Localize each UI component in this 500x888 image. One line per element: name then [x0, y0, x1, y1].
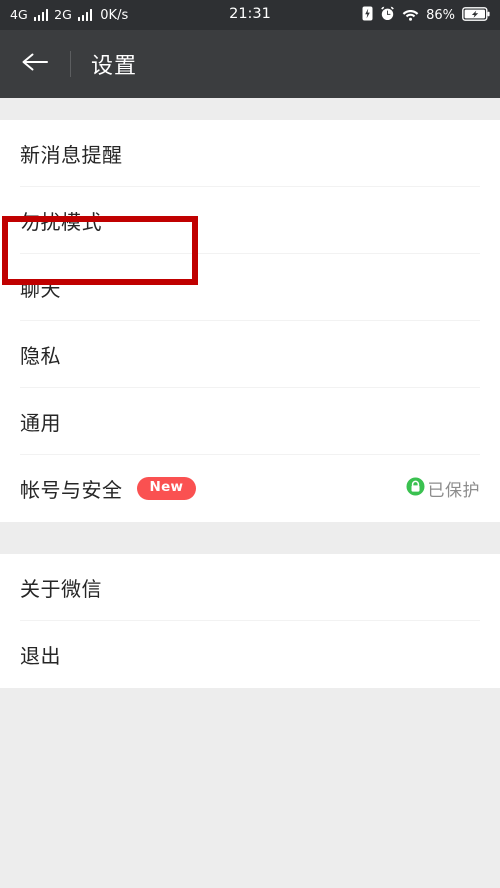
group-spacer — [0, 522, 500, 554]
settings-content: 新消息提醒 勿扰模式 聊天 隐私 通用 帐号与安全 New 已保护 关于微信 退… — [0, 98, 500, 888]
settings-row-label: 勿扰模式 — [20, 210, 102, 234]
settings-row-about-wechat[interactable]: 关于微信 — [0, 554, 500, 621]
settings-row-privacy[interactable]: 隐私 — [0, 321, 500, 388]
protected-status-label: 已保护 — [427, 481, 480, 501]
back-arrow-icon — [20, 50, 50, 78]
settings-row-value-group: 已保护 — [406, 476, 481, 501]
settings-group-secondary: 关于微信 退出 — [0, 554, 500, 688]
data-speed-label: 0K/s — [100, 7, 129, 23]
settings-row-label: 关于微信 — [20, 577, 102, 601]
settings-row-label: 新消息提醒 — [20, 143, 123, 167]
network-type-1: 4G — [10, 6, 28, 22]
status-bar: 4G 2G 0K/s 21:31 86% — [0, 0, 500, 30]
signal-bars-icon-2 — [77, 9, 93, 21]
top-spacer — [0, 98, 500, 120]
settings-row-general[interactable]: 通用 — [0, 388, 500, 455]
status-bar-right: 86% — [362, 6, 490, 25]
settings-row-new-message-alerts[interactable]: 新消息提醒 — [0, 120, 500, 187]
app-header: 设置 — [0, 30, 500, 98]
settings-row-chat[interactable]: 聊天 — [0, 254, 500, 321]
battery-percent-label: 86% — [426, 7, 455, 23]
charging-battery-icon — [362, 6, 373, 25]
status-bar-left: 4G 2G 0K/s — [10, 6, 129, 23]
page-title: 设置 — [91, 54, 138, 79]
alarm-clock-icon — [380, 6, 395, 25]
battery-charging-icon — [462, 6, 490, 25]
settings-row-label: 聊天 — [20, 277, 61, 301]
signal-bars-icon-1 — [33, 9, 49, 21]
lock-icon — [406, 477, 425, 500]
header-divider — [70, 51, 71, 77]
new-badge: New — [136, 477, 197, 500]
network-type-2: 2G — [54, 6, 72, 22]
settings-row-label: 隐私 — [20, 344, 61, 368]
wifi-icon — [402, 6, 419, 25]
settings-row-logout[interactable]: 退出 — [0, 621, 500, 688]
settings-row-label: 帐号与安全 — [20, 478, 123, 502]
settings-row-label: 退出 — [20, 644, 61, 668]
settings-row-account-security[interactable]: 帐号与安全 New 已保护 — [0, 455, 500, 522]
back-button[interactable] — [18, 47, 52, 81]
settings-group-primary: 新消息提醒 勿扰模式 聊天 隐私 通用 帐号与安全 New 已保护 — [0, 120, 500, 522]
settings-row-label: 通用 — [20, 411, 61, 435]
settings-row-do-not-disturb[interactable]: 勿扰模式 — [0, 187, 500, 254]
